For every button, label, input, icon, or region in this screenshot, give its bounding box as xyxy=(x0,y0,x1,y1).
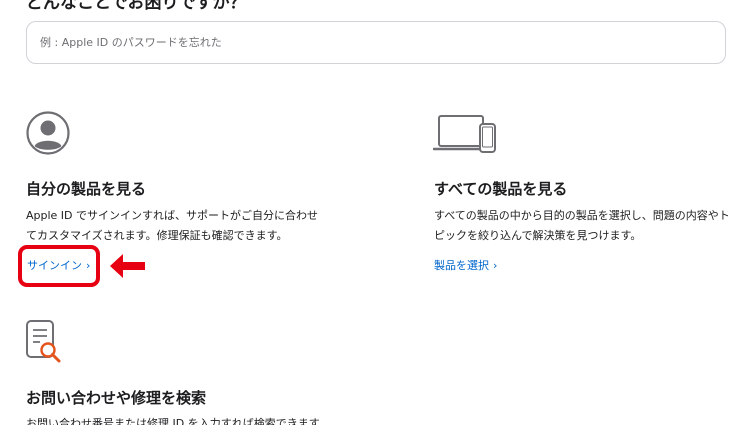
repair-search-description-line: お問い合わせ番号または修理 ID を入力すれば検索できます xyxy=(26,417,320,425)
page-heading: どんなことでお困りですか？ xyxy=(26,0,247,13)
all-products-description: すべての製品の中から目的の製品を選択し、問題の内容やト ピックを絞り込んで解決策… xyxy=(434,206,730,246)
my-products-description-line: てカスタマイズされます。修理保証も確認できます。 xyxy=(26,229,288,242)
my-products-description: Apple ID でサインインすれば、サポートがご自分に合わせ てカスタマイズさ… xyxy=(26,206,318,246)
repair-search-description: お問い合わせ番号または修理 ID を入力すれば検索できます xyxy=(26,414,320,425)
sign-in-link-label: サインイン xyxy=(27,259,82,272)
sign-in-link[interactable]: サインイン › xyxy=(27,257,90,273)
all-products-description-line: ピックを絞り込んで解決策を見つけます。 xyxy=(434,229,642,242)
all-products-title: すべての製品を見る xyxy=(434,180,568,198)
chevron-right-icon: › xyxy=(493,259,498,272)
document-search-icon xyxy=(26,320,62,364)
left-arrow-icon xyxy=(110,254,146,282)
laptop-phone-icon xyxy=(433,114,499,156)
all-products-description-line: すべての製品の中から目的の製品を選択し、問題の内容やト xyxy=(434,209,730,222)
choose-product-link[interactable]: 製品を選択 › xyxy=(434,257,497,273)
person-icon xyxy=(26,110,70,156)
repair-search-title: お問い合わせや修理を検索 xyxy=(26,389,207,407)
my-products-description-line: Apple ID でサインインすれば、サポートがご自分に合わせ xyxy=(26,209,319,222)
my-products-title: 自分の製品を見る xyxy=(26,180,147,198)
search-input[interactable] xyxy=(26,21,726,64)
choose-product-link-label: 製品を選択 xyxy=(434,259,489,272)
chevron-right-icon: › xyxy=(86,259,91,272)
